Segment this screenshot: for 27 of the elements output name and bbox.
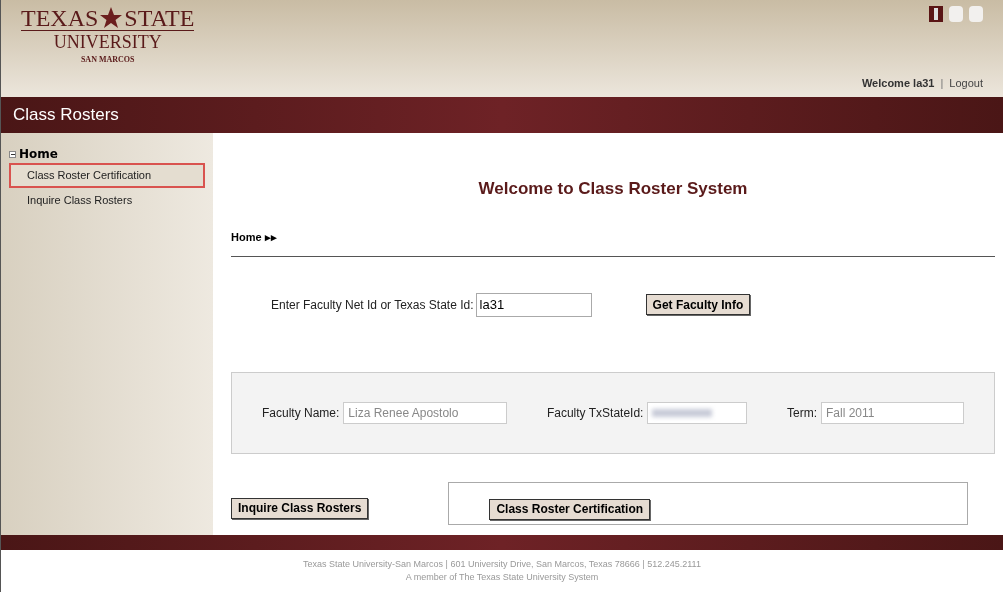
class-roster-certification-button[interactable]: Class Roster Certification [489, 498, 651, 520]
logo-text: SAN MARCOS [80, 53, 135, 66]
logo-text: UNIVERSITY [53, 31, 162, 54]
welcome-heading: Welcome to Class Roster System [477, 178, 749, 200]
breadcrumb: Home ▸▸ [231, 230, 277, 243]
tree-node[interactable]: Home [19, 145, 58, 163]
footer-text: Texas State University-San Marcos | 601 University Drive, San Marcos, Texas 78666 | 512.245.2111 [303, 557, 701, 571]
window-icon[interactable] [929, 6, 943, 22]
page-title: Class Rosters [13, 104, 119, 127]
readonly-field[interactable]: Fall 2011 [821, 401, 964, 424]
inquire-class-rosters-button[interactable]: Inquire Class Rosters [231, 497, 369, 519]
logo-text: STATE [124, 6, 195, 30]
welcome-text: Welcome la31 [861, 75, 935, 91]
footer-text: A member of The Texas State University System [405, 571, 599, 584]
faculty-id-field[interactable]: la31 [475, 292, 592, 317]
logo-text: TEXAS [21, 6, 99, 30]
collapse-icon[interactable] [9, 150, 16, 158]
field-label: Faculty Name: [262, 404, 340, 422]
tree-item[interactable]: Class Roster Certification [9, 163, 205, 188]
separator-text: | [940, 75, 944, 91]
get-faculty-info-button[interactable]: Get Faculty Info [645, 294, 751, 315]
field-label: Enter Faculty Net Id or Texas State Id: [271, 296, 474, 314]
readonly-field[interactable]: Liza Renee Apostolo [343, 401, 508, 424]
tree-item[interactable]: Inquire Class Rosters [9, 187, 205, 212]
field-label: Faculty TxStateId: [546, 404, 644, 422]
logout-link[interactable]: Logout [949, 74, 983, 91]
field-label: Term: [787, 404, 817, 422]
